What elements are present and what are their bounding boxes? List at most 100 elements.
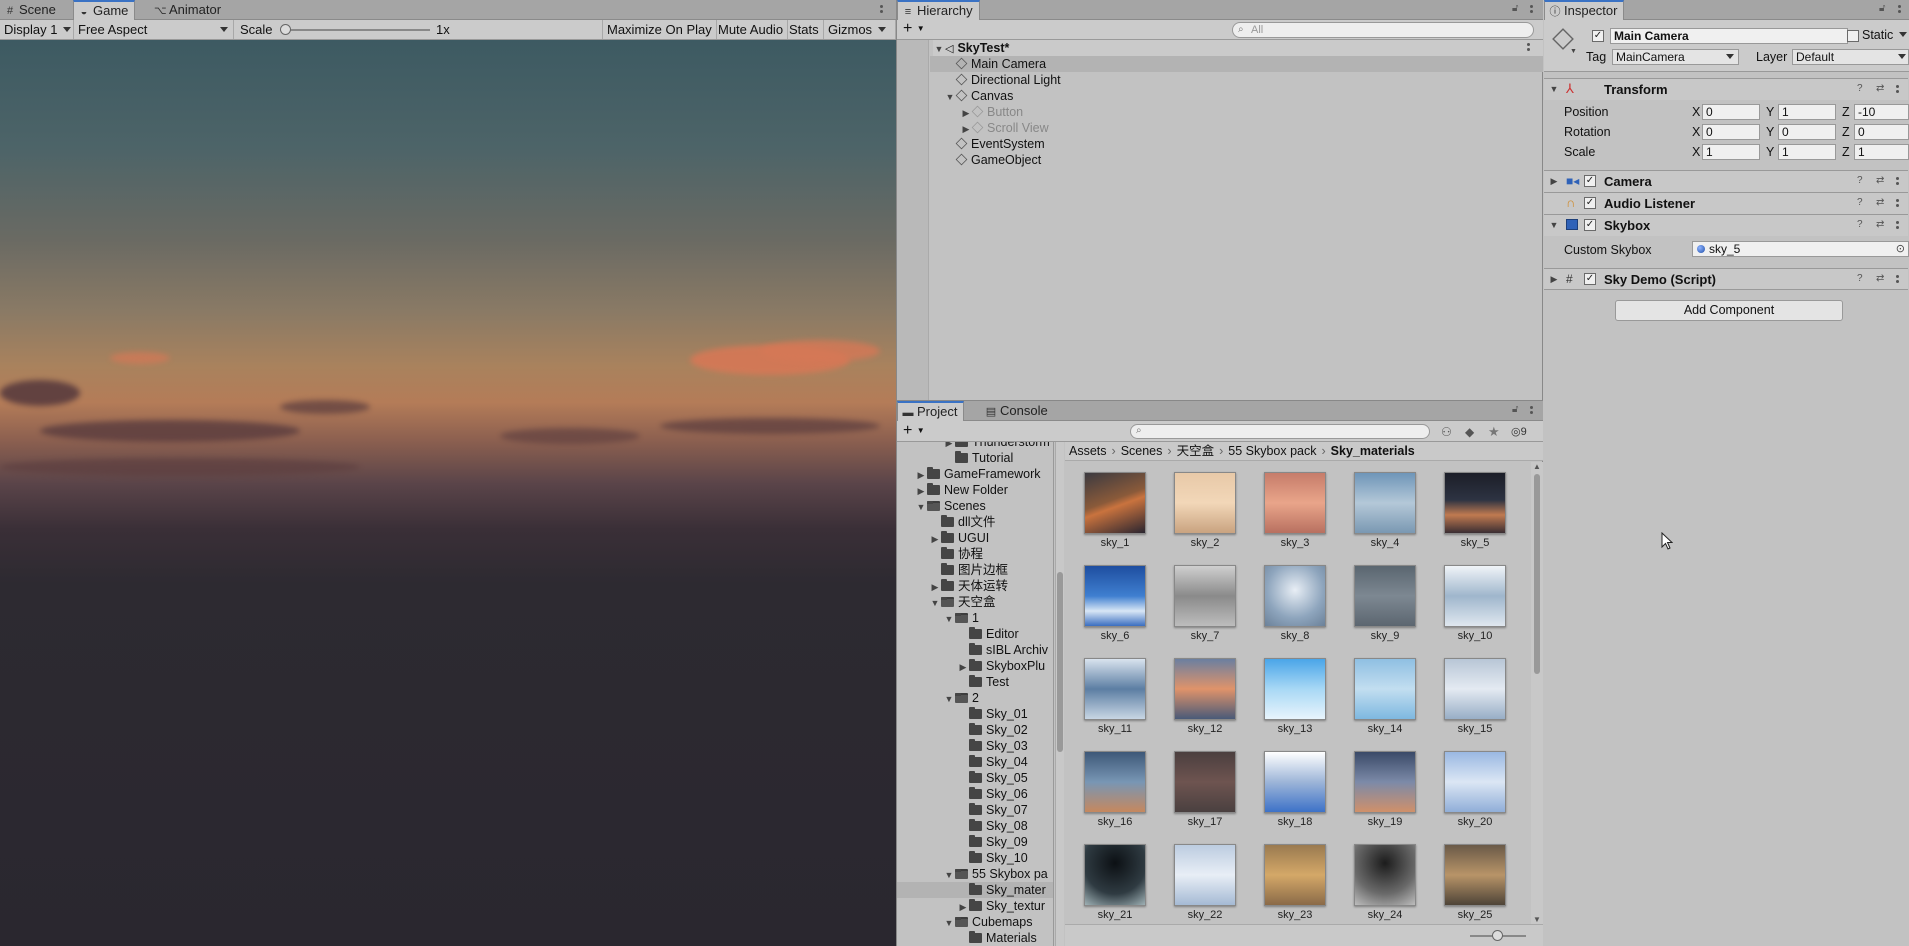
preset-icon[interactable]: ⇄ — [1876, 175, 1884, 186]
expand-arrow-icon[interactable]: ▼ — [943, 691, 955, 707]
scale-slider-handle[interactable] — [280, 24, 291, 35]
expand-arrow-icon[interactable]: ▼ — [944, 89, 956, 105]
skybox-header[interactable]: ▼ ✓ Skybox ? ⇄ — [1544, 214, 1908, 236]
preset-icon[interactable]: ⇄ — [1876, 197, 1884, 208]
object-picker-icon[interactable]: ⊙ — [1896, 242, 1905, 256]
asset-tile[interactable]: sky_1 — [1075, 472, 1155, 549]
hierarchy-item-eventsystem[interactable]: EventSystem — [930, 136, 1045, 152]
inspector-menu-icon[interactable] — [1898, 5, 1901, 15]
expand-arrow-icon[interactable]: ▼ — [933, 41, 945, 57]
asset-tile[interactable]: sky_6 — [1075, 565, 1155, 642]
audio-listener-header[interactable]: ∩ ✓ Audio Listener ? ⇄ — [1544, 192, 1908, 214]
project-search-input[interactable]: ⌕ — [1130, 424, 1430, 439]
tab-hierarchy[interactable]: ≡ Hierarchy — [897, 0, 980, 20]
asset-tile[interactable]: sky_5 — [1435, 472, 1515, 549]
expand-arrow-icon[interactable]: ▼ — [1548, 220, 1560, 230]
asset-tile[interactable]: sky_21 — [1075, 844, 1155, 921]
tab-project[interactable]: ▬ Project — [897, 401, 965, 421]
asset-tile[interactable]: sky_12 — [1165, 658, 1245, 735]
asset-tile[interactable]: sky_14 — [1345, 658, 1425, 735]
asset-tile[interactable]: sky_9 — [1345, 565, 1425, 642]
collapsed-arrow-icon[interactable]: ▶ — [1548, 176, 1560, 187]
help-icon[interactable]: ? — [1857, 175, 1863, 186]
scene-root-row[interactable]: ▼ ◁ SkyTest* — [933, 40, 1543, 56]
expand-arrow-icon[interactable]: ▼ — [915, 499, 927, 515]
layer-dropdown[interactable]: Default — [1792, 49, 1909, 65]
transform-header[interactable]: ▼ ⅄ Transform ? ⇄ — [1544, 78, 1908, 100]
aspect-dropdown[interactable]: Free Aspect — [74, 20, 234, 39]
asset-tile[interactable]: sky_13 — [1255, 658, 1335, 735]
folder-tree-item[interactable]: ▼ 2 — [897, 690, 1053, 707]
asset-tile[interactable]: sky_25 — [1435, 844, 1515, 921]
expand-arrow-icon[interactable]: ▼ — [943, 915, 955, 931]
asset-tile[interactable]: sky_17 — [1165, 751, 1245, 828]
breadcrumb-item[interactable]: Assets — [1069, 444, 1107, 458]
position-x-field[interactable]: 0 — [1702, 104, 1760, 120]
breadcrumb-item[interactable]: Scenes — [1121, 444, 1163, 458]
folder-tree-item[interactable]: dll文件 — [897, 514, 1053, 530]
camera-header[interactable]: ▶ ■◂ ✓ Camera ? ⇄ — [1544, 170, 1908, 192]
component-menu-icon[interactable] — [1896, 221, 1899, 231]
hierarchy-search-input[interactable]: ⌕ All — [1232, 22, 1534, 38]
create-asset-button[interactable]: + ▼ — [903, 421, 925, 440]
lock-icon[interactable]: 🔓︎ — [1512, 3, 1518, 14]
favorite-star-icon[interactable]: ★ — [1488, 424, 1500, 440]
rotation-y-field[interactable]: 0 — [1778, 124, 1836, 140]
asset-tile[interactable]: sky_16 — [1075, 751, 1155, 828]
folder-tree-item[interactable]: ▼ Scenes — [897, 498, 1053, 515]
static-dropdown[interactable]: Static — [1862, 28, 1907, 42]
folder-tree-item[interactable]: Materials — [897, 930, 1053, 946]
lock-icon[interactable]: 🔓︎ — [1512, 404, 1518, 415]
help-icon[interactable]: ? — [1857, 219, 1863, 230]
folder-tree-item[interactable]: ▼ 天空盒 — [897, 594, 1053, 610]
folder-tree-item[interactable]: ▶ Thunderstorm — [897, 442, 1053, 450]
expand-arrow-icon[interactable]: ▼ — [1548, 84, 1560, 94]
component-menu-icon[interactable] — [1896, 275, 1899, 285]
mute-audio-button[interactable]: Mute Audio — [714, 20, 789, 39]
folder-tree-item[interactable]: 协程 — [897, 546, 1053, 562]
tab-console[interactable]: ▤ Console — [981, 401, 1054, 421]
stats-button[interactable]: Stats — [785, 20, 824, 39]
collapsed-arrow-icon[interactable]: ▶ — [960, 121, 972, 137]
folder-tree-item[interactable]: ▶ 天体运转 — [897, 578, 1053, 594]
asset-tile[interactable]: sky_20 — [1435, 751, 1515, 828]
game-panel-menu-icon[interactable] — [880, 5, 883, 15]
folder-tree-scrollbar[interactable] — [1055, 442, 1064, 946]
help-icon[interactable]: ? — [1857, 83, 1863, 94]
folder-tree-item[interactable]: ▼ Cubemaps — [897, 914, 1053, 931]
collapsed-arrow-icon[interactable]: ▶ — [915, 467, 927, 483]
folder-tree-item[interactable]: 图片边框 — [897, 562, 1053, 578]
asset-tile[interactable]: sky_23 — [1255, 844, 1335, 921]
folder-tree-item[interactable]: Sky_03 — [897, 738, 1053, 754]
component-menu-icon[interactable] — [1896, 85, 1899, 95]
breadcrumb-item[interactable]: 天空盒 — [1177, 444, 1215, 458]
expand-arrow-icon[interactable]: ▼ — [943, 867, 955, 883]
folder-tree-item[interactable]: ▶ Sky_textur — [897, 898, 1053, 915]
scale-y-field[interactable]: 1 — [1778, 144, 1836, 160]
hierarchy-item-button[interactable]: ▶ Button — [930, 104, 1024, 120]
maximize-on-play-button[interactable]: Maximize On Play — [602, 20, 717, 39]
asset-tile[interactable]: sky_7 — [1165, 565, 1245, 642]
custom-skybox-field[interactable]: sky_5 ⊙ — [1692, 241, 1909, 257]
collapsed-arrow-icon[interactable]: ▶ — [915, 483, 927, 499]
skybox-enabled-checkbox[interactable]: ✓ — [1584, 219, 1596, 231]
folder-tree-item[interactable]: Test — [897, 674, 1053, 690]
collapsed-arrow-icon[interactable]: ▶ — [957, 899, 969, 915]
folder-tree-item[interactable]: ▶ New Folder — [897, 482, 1053, 499]
object-name-input[interactable]: Main Camera — [1610, 28, 1848, 44]
asset-tile[interactable]: sky_15 — [1435, 658, 1515, 735]
folder-tree-item[interactable]: sIBL Archiv — [897, 642, 1053, 658]
scrollbar-thumb[interactable] — [1534, 474, 1540, 674]
script-enabled-checkbox[interactable]: ✓ — [1584, 273, 1596, 285]
preset-icon[interactable]: ⇄ — [1876, 219, 1884, 230]
scale-z-field[interactable]: 1 — [1854, 144, 1909, 160]
scroll-down-arrow-icon[interactable]: ▼ — [1533, 915, 1541, 924]
scene-menu-icon[interactable] — [1527, 43, 1530, 53]
position-z-field[interactable]: -10 — [1854, 104, 1909, 120]
folder-tree-item[interactable]: Sky_04 — [897, 754, 1053, 770]
hierarchy-item-gameobject[interactable]: GameObject — [930, 152, 1041, 168]
asset-tile[interactable]: sky_10 — [1435, 565, 1515, 642]
lock-icon[interactable]: 🔓︎ — [1879, 3, 1885, 14]
scroll-up-arrow-icon[interactable]: ▲ — [1533, 462, 1541, 471]
folder-tree-item[interactable]: ▼ 1 — [897, 610, 1053, 626]
